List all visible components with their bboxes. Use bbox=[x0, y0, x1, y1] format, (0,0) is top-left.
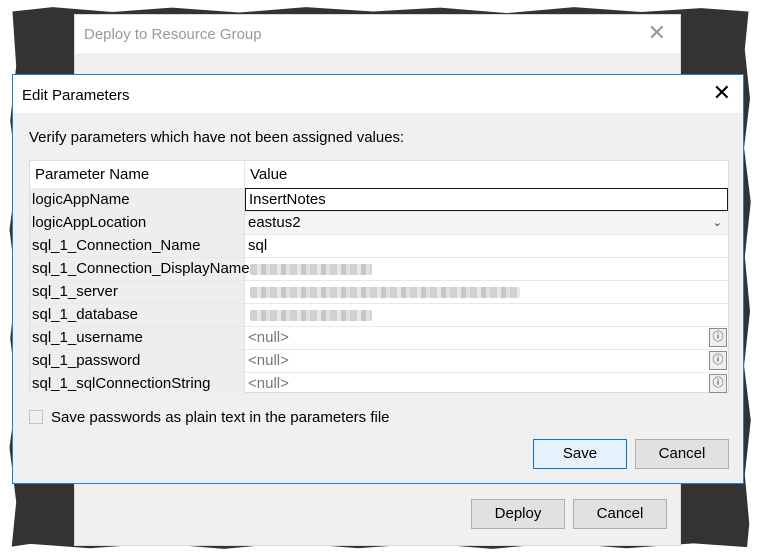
parameters-grid: Parameter Name Value logicAppName Insert… bbox=[29, 160, 729, 395]
parameter-name-cell: logicAppLocation bbox=[30, 212, 245, 234]
parameter-value-cell[interactable]: <null> ⓘ bbox=[245, 373, 728, 395]
table-row[interactable]: sql_1_Connection_DisplayName bbox=[30, 257, 728, 280]
redacted-value bbox=[250, 264, 372, 275]
deploy-dialog-close-icon[interactable]: ✕ bbox=[648, 22, 666, 44]
parameter-name-cell: sql_1_Connection_DisplayName bbox=[30, 258, 250, 280]
parameter-name-cell: logicAppName bbox=[30, 189, 245, 211]
redacted-value bbox=[250, 310, 372, 321]
parameter-name-cell: sql_1_server bbox=[30, 281, 245, 303]
parameter-value-cell[interactable]: sql bbox=[245, 235, 728, 257]
parameter-value-cell[interactable] bbox=[245, 304, 728, 326]
deploy-dialog-title: Deploy to Resource Group bbox=[84, 26, 262, 43]
edit-parameters-dialog: Edit Parameters ✕ Verify parameters whic… bbox=[12, 74, 744, 484]
redacted-value bbox=[250, 287, 520, 298]
null-value: <null> bbox=[248, 352, 289, 369]
parameter-value-cell[interactable]: <null> ⓘ bbox=[245, 327, 728, 349]
table-row[interactable]: sql_1_username <null> ⓘ bbox=[30, 326, 728, 349]
parameter-name-cell: sql_1_password bbox=[30, 350, 245, 372]
table-row[interactable]: sql_1_sqlConnectionString <null> ⓘ bbox=[30, 372, 728, 395]
parameter-value-cell[interactable]: <null> ⓘ bbox=[245, 350, 728, 372]
table-row[interactable]: sql_1_password <null> ⓘ bbox=[30, 349, 728, 372]
parameter-value-cell[interactable] bbox=[245, 281, 728, 303]
deploy-cancel-button[interactable]: Cancel bbox=[573, 499, 667, 529]
parameter-name-cell: sql_1_sqlConnectionString bbox=[30, 373, 245, 395]
null-value: <null> bbox=[248, 375, 289, 392]
table-row[interactable]: sql_1_server bbox=[30, 280, 728, 303]
save-passwords-label[interactable]: Save passwords as plain text in the para… bbox=[51, 409, 390, 426]
column-header-parameter-name[interactable]: Parameter Name bbox=[30, 161, 245, 188]
save-button[interactable]: Save bbox=[533, 439, 627, 469]
dropdown-selected-value: eastus2 bbox=[248, 214, 301, 231]
chevron-down-icon[interactable]: ⌄ bbox=[713, 212, 722, 234]
parameter-value-dropdown[interactable]: eastus2 ⌄ bbox=[245, 212, 728, 234]
table-row[interactable]: logicAppName InsertNotes bbox=[30, 188, 728, 211]
deploy-button[interactable]: Deploy bbox=[471, 499, 565, 529]
parameter-name-cell: sql_1_database bbox=[30, 304, 245, 326]
key-vault-reference-icon[interactable]: ⓘ bbox=[709, 351, 727, 370]
table-row[interactable]: sql_1_database bbox=[30, 303, 728, 326]
table-row[interactable]: sql_1_Connection_Name sql bbox=[30, 234, 728, 257]
parameter-name-cell: sql_1_username bbox=[30, 327, 245, 349]
column-header-value[interactable]: Value bbox=[245, 161, 729, 188]
close-icon[interactable]: ✕ bbox=[713, 82, 731, 104]
dialog-title: Edit Parameters bbox=[22, 87, 130, 104]
null-value: <null> bbox=[248, 329, 289, 346]
save-passwords-checkbox[interactable] bbox=[29, 410, 43, 424]
dialog-titlebar: Edit Parameters ✕ bbox=[13, 75, 743, 113]
instruction-text: Verify parameters which have not been as… bbox=[29, 129, 405, 146]
table-row[interactable]: logicAppLocation eastus2 ⌄ bbox=[30, 211, 728, 234]
parameter-value-cell[interactable] bbox=[245, 258, 728, 280]
key-vault-reference-icon[interactable]: ⓘ bbox=[709, 328, 727, 347]
parameter-name-cell: sql_1_Connection_Name bbox=[30, 235, 245, 257]
cancel-button[interactable]: Cancel bbox=[635, 439, 729, 469]
key-vault-reference-icon[interactable]: ⓘ bbox=[709, 374, 727, 393]
deploy-dialog-titlebar: Deploy to Resource Group ✕ bbox=[75, 15, 680, 53]
parameter-value-input[interactable]: InsertNotes bbox=[245, 188, 728, 211]
